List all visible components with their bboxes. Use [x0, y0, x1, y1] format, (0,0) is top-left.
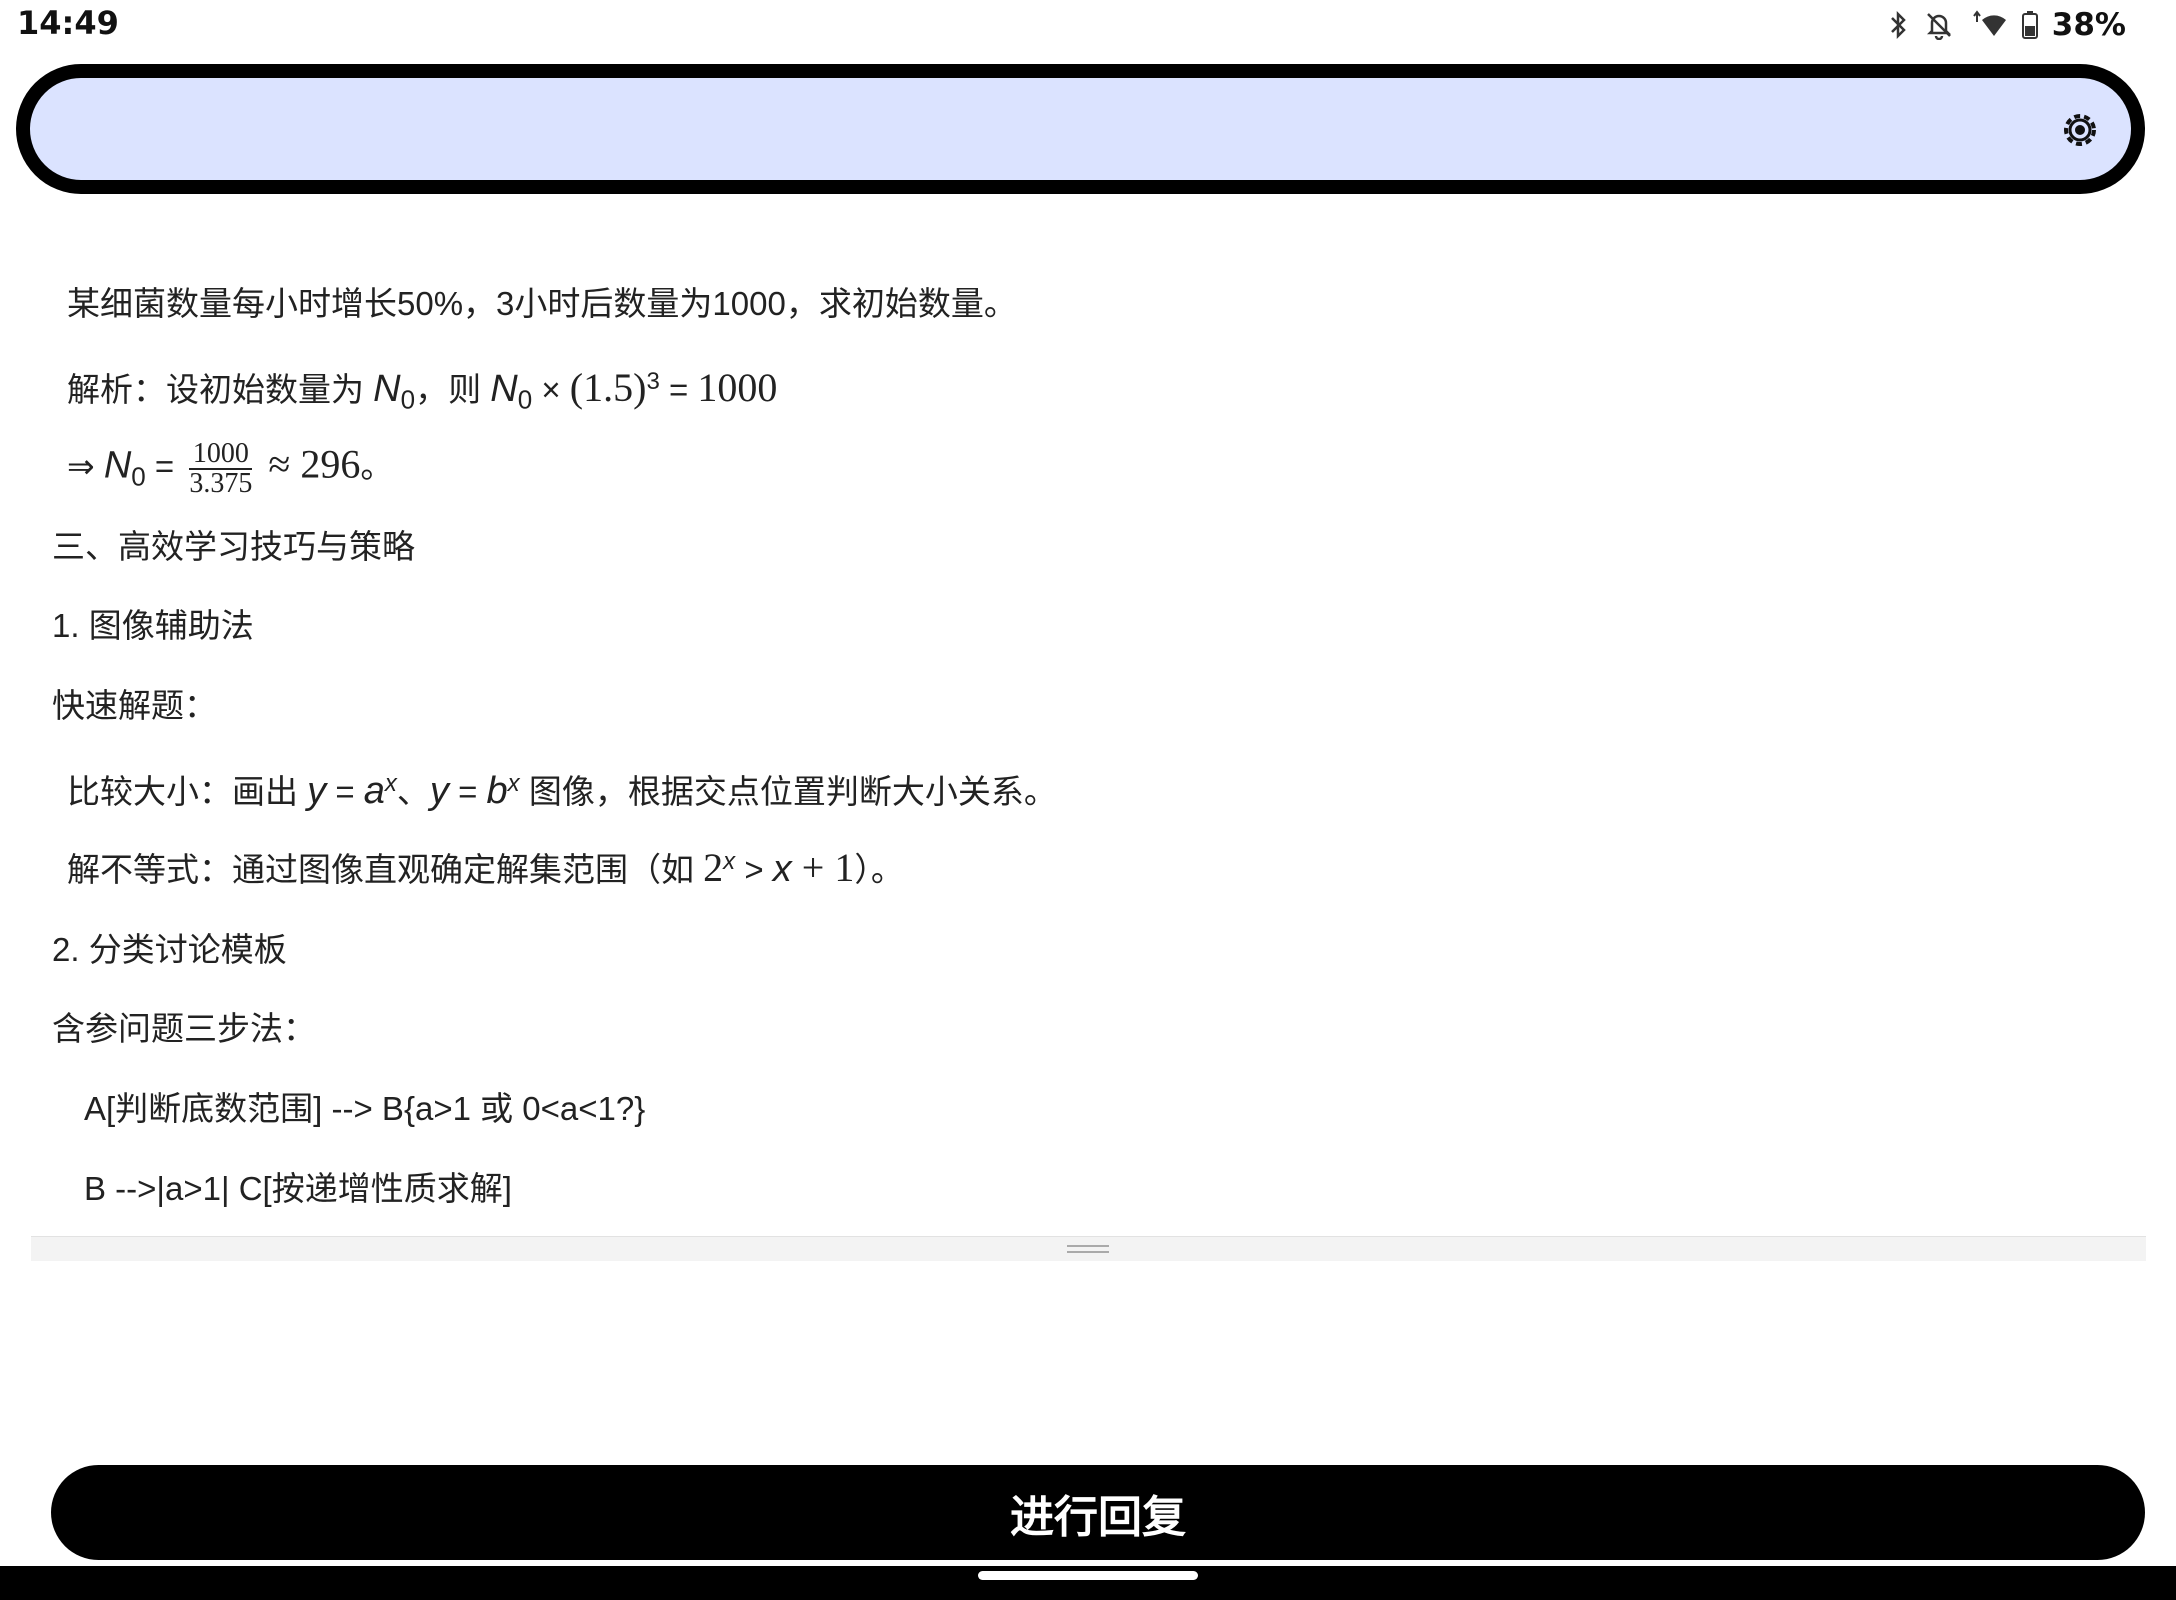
- drag-handle-icon[interactable]: [1067, 1245, 1109, 1253]
- flow-line-2: B -->|a>1| C[按递增性质求解]: [84, 1170, 512, 1207]
- wifi-icon: [1972, 10, 2006, 36]
- bluetooth-icon: [1890, 10, 1906, 40]
- inequality-line: 解不等式：通过图像直观确定解集范围（如 2x > x + 1）。: [67, 845, 904, 890]
- flow-line-1: A[判断底数范围] --> B{a>1 或 0<a<1?}: [84, 1090, 646, 1127]
- three-steps-label: 含参问题三步法：: [52, 1010, 316, 1047]
- battery-icon: [2021, 11, 2038, 39]
- battery-percentage: 38%: [2051, 7, 2126, 43]
- result-line: ⇒ N0 = 1000 3.375 ≈ 296。: [67, 438, 394, 499]
- notifications-off-icon: [1926, 13, 1951, 40]
- compare-line: 比较大小：画出 y = ax、y = bx 图像，根据交点位置判断大小关系。: [67, 770, 1057, 812]
- fraction: 1000 3.375: [189, 438, 253, 499]
- status-icons: 38%: [1888, 6, 2126, 44]
- section-title: 三、高效学习技巧与策略: [52, 528, 415, 565]
- item2-title: 2. 分类讨论模板: [52, 931, 287, 968]
- search-bar[interactable]: [16, 64, 2145, 194]
- problem-text: 某细菌数量每小时增长50%，3小时后数量为1000，求初始数量。: [67, 285, 1017, 322]
- home-indicator[interactable]: [978, 1571, 1198, 1580]
- status-bar: 14:49 38%: [0, 0, 2176, 50]
- status-time: 14:49: [17, 4, 119, 42]
- analysis-line: 解析：设初始数量为 N0，则 N0 × (1.5)3 = 1000: [67, 365, 778, 415]
- item1-title: 1. 图像辅助法: [52, 607, 254, 644]
- reply-button[interactable]: 进行回复: [51, 1465, 2145, 1560]
- quick-solve-label: 快速解题：: [52, 687, 217, 724]
- gear-icon[interactable]: [2059, 109, 2101, 151]
